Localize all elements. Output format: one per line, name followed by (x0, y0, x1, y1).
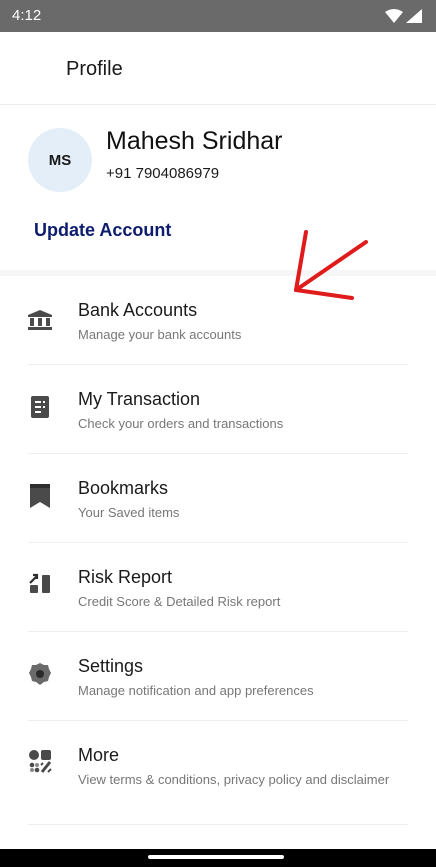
wifi-icon (385, 9, 403, 23)
bookmark-icon (28, 484, 52, 508)
menu-item-my-transaction[interactable]: My Transaction Check your orders and tra… (0, 365, 436, 454)
home-gesture-handle[interactable] (148, 855, 284, 859)
status-bar: 4:12 (0, 0, 436, 32)
menu-item-title: Settings (78, 656, 144, 676)
avatar-initials: MS (48, 151, 72, 169)
update-account-link[interactable]: Update Account (34, 220, 171, 241)
status-time: 4:12 (12, 7, 42, 24)
menu-item-subtitle: Manage your bank accounts (78, 327, 242, 342)
menu-item-title: More (78, 745, 120, 765)
menu-item-subtitle: View terms & conditions, privacy policy … (78, 772, 390, 787)
gear-icon (28, 662, 52, 686)
navigation-bar (0, 849, 436, 867)
signal-icon (406, 9, 422, 23)
grid-icon (28, 749, 52, 773)
status-icons (385, 9, 422, 23)
receipt-icon (28, 395, 52, 419)
menu-item-title: Bank Accounts (78, 300, 198, 320)
menu-divider (28, 824, 408, 825)
menu-item-subtitle: Check your orders and transactions (78, 416, 284, 431)
menu-item-subtitle: Your Saved items (78, 505, 180, 520)
menu-item-bank-accounts[interactable]: Bank Accounts Manage your bank accounts (0, 276, 436, 365)
avatar: MS (28, 128, 92, 192)
page-title: Profile (66, 58, 123, 80)
menu-item-more[interactable]: More View terms & conditions, privacy po… (0, 721, 436, 825)
user-phone: +91 7904086979 (106, 165, 220, 182)
menu-item-bookmarks[interactable]: Bookmarks Your Saved items (0, 454, 436, 543)
chart-icon (28, 571, 52, 595)
menu-item-settings[interactable]: Settings Manage notification and app pre… (0, 632, 436, 721)
menu-item-subtitle: Credit Score & Detailed Risk report (78, 594, 281, 609)
menu-item-title: My Transaction (78, 389, 201, 409)
menu-item-title: Risk Report (78, 567, 173, 587)
header-divider (0, 104, 436, 105)
menu-item-risk-report[interactable]: Risk Report Credit Score & Detailed Risk… (0, 543, 436, 632)
menu-item-title: Bookmarks (78, 478, 169, 498)
user-name: Mahesh Sridhar (106, 127, 283, 155)
menu-item-subtitle: Manage notification and app preferences (78, 683, 314, 698)
bank-icon (28, 308, 52, 332)
